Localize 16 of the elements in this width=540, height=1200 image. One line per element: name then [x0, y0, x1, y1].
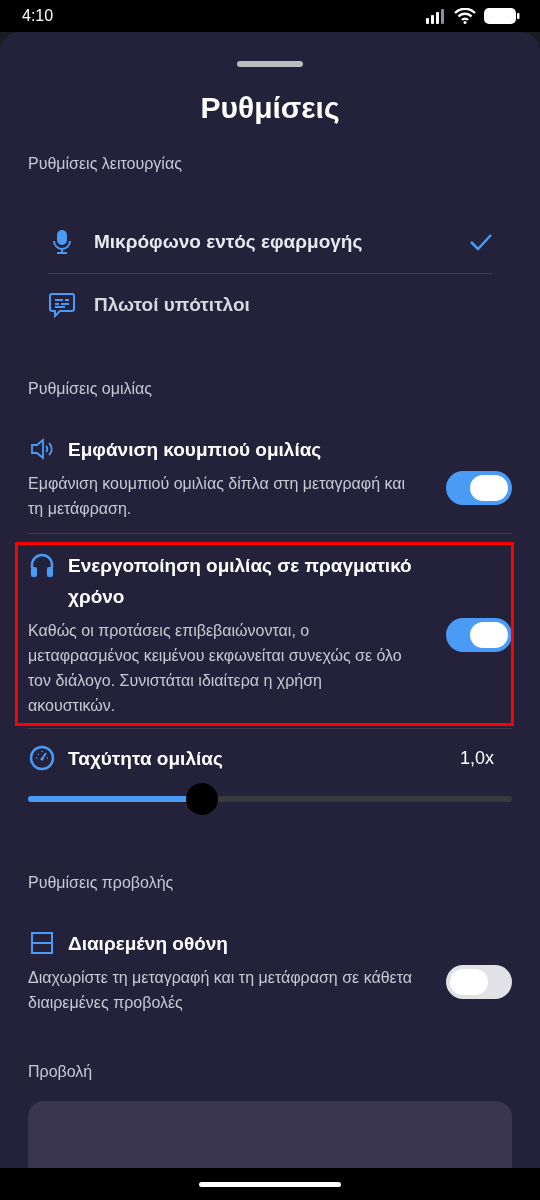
section-heading: Ρυθμίσεις ομιλίας — [28, 380, 153, 398]
mode-option[interactable]: Μικρόφωνο εντός εφαρμογής — [48, 211, 492, 273]
setting-title: Ενεργοποίηση ομιλίας σε πραγματικό χρόνο — [68, 554, 413, 609]
setting-description: Εμφάνιση κουμπιού ομιλίας δίπλα στη μεταγραφή και τη μετάφραση. — [28, 474, 407, 519]
setting-description: Καθώς οι προτάσεις επιβεβαιώνονται, ο μεταφρασμένος κειμένου εκφωνείται συνεχώς σε όλο τον διάλογο. Συνιστάται ιδιαίτερα η χρήση ακουστικών. — [28, 621, 403, 716]
section-heading: Ρυθμίσεις λειτουργίας — [28, 155, 183, 173]
section-heading: Προβολή — [28, 1063, 94, 1081]
mode-option[interactable]: Πλωτοί υπότιτλοι — [48, 274, 492, 336]
setting-title: Διαιρεμένη οθόνη — [68, 932, 229, 956]
status-time: 4:10 — [22, 7, 54, 25]
page-title: Ρυθμίσεις — [199, 91, 341, 125]
setting-title: Εμφάνιση κουμπιού ομιλίας — [68, 438, 323, 462]
section-heading: Ρυθμίσεις προβολής — [28, 874, 175, 892]
setting-description: Διαχωρίστε τη μεταγραφή και τη μετάφραση σε κάθετα διαιρεμένες προβολές — [28, 968, 413, 1013]
speed-value: 1,0x — [460, 747, 495, 770]
setting-title: Ταχύτητα ομιλίας — [68, 747, 224, 771]
